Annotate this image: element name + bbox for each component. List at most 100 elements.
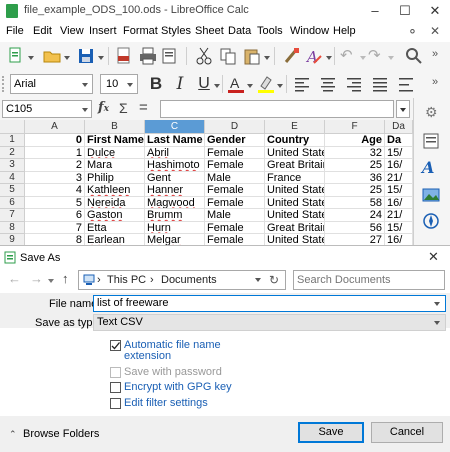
cell-d1[interactable]: Gender	[205, 134, 265, 147]
cell-c4[interactable]: Gent	[145, 171, 205, 184]
cell-d8[interactable]: Female	[205, 221, 265, 234]
font-size-combobox[interactable]: 10	[100, 74, 138, 94]
breadcrumb-documents[interactable]: Documents	[161, 274, 217, 286]
menu-help[interactable]: Help	[333, 25, 356, 37]
cell-c9[interactable]: Melgar	[145, 234, 205, 245]
row-header[interactable]: 1	[0, 134, 25, 147]
cell-e7[interactable]: United States	[265, 209, 325, 222]
find-replace-icon[interactable]	[404, 46, 424, 66]
cell-e8[interactable]: Great Britain	[265, 221, 325, 234]
export-pdf-icon[interactable]	[114, 46, 134, 66]
cell-e1[interactable]: Country	[265, 134, 325, 147]
cell-b7[interactable]: Gaston	[85, 209, 145, 222]
cell-da9[interactable]: 16/	[385, 234, 413, 245]
cell-a9[interactable]: 8	[25, 234, 85, 245]
menu-window[interactable]: Window	[290, 25, 329, 37]
encrypt-gpg-checkbox[interactable]	[110, 382, 121, 393]
cell-d2[interactable]: Female	[205, 146, 265, 159]
cell-e5[interactable]: United States	[265, 184, 325, 197]
copy-icon[interactable]	[218, 46, 238, 66]
row-header[interactable]: 8	[0, 221, 25, 234]
cell-c7[interactable]: Brumm	[145, 209, 205, 222]
cell-a4[interactable]: 3	[25, 171, 85, 184]
cell-b5[interactable]: Kathleen	[85, 184, 145, 197]
menu-data[interactable]: Data	[228, 25, 251, 37]
cell-c1[interactable]: Last Name	[145, 134, 205, 147]
cell-a8[interactable]: 7	[25, 221, 85, 234]
column-header-d[interactable]: D	[205, 120, 265, 134]
cell-f5[interactable]: 25	[325, 184, 385, 197]
row-header[interactable]: 5	[0, 184, 25, 197]
formula-icon[interactable]: =	[139, 99, 148, 116]
cell-c3[interactable]: Hashimoto	[145, 159, 205, 172]
redo-icon[interactable]: ↷	[368, 46, 388, 66]
address-bar[interactable]: › This PC › Documents ↻	[78, 270, 286, 290]
column-header-b[interactable]: B	[85, 120, 145, 134]
cell-da3[interactable]: 16/	[385, 159, 413, 172]
italic-icon[interactable]: I	[170, 74, 190, 94]
column-header-a[interactable]: A	[25, 120, 85, 134]
refresh-icon[interactable]: ↻	[269, 273, 279, 287]
toolbar-overflow-icon[interactable]: »	[432, 48, 438, 60]
menu-insert[interactable]: Insert	[89, 25, 117, 37]
row-header[interactable]: 2	[0, 146, 25, 159]
underline-icon[interactable]: U	[194, 74, 214, 94]
cell-b2[interactable]: Dulce	[85, 146, 145, 159]
paste-dropdown-icon[interactable]	[264, 56, 270, 60]
menu-file[interactable]: File	[6, 25, 24, 37]
menu-view[interactable]: View	[60, 25, 84, 37]
save-button[interactable]: Save	[298, 422, 364, 443]
align-left-icon[interactable]	[292, 74, 312, 94]
save-as-type-select[interactable]: Text CSV	[93, 314, 446, 331]
up-arrow-icon[interactable]: ↑	[62, 271, 69, 286]
cell-b6[interactable]: Nereida	[85, 196, 145, 209]
cell-c6[interactable]: Magwood	[145, 196, 205, 209]
cell-f7[interactable]: 24	[325, 209, 385, 222]
menu-sheet[interactable]: Sheet	[195, 25, 224, 37]
minimize-button[interactable]: –	[360, 0, 390, 22]
cell-a5[interactable]: 4	[25, 184, 85, 197]
clear-formatting-icon[interactable]: A	[304, 46, 324, 66]
clone-formatting-icon[interactable]	[282, 46, 302, 66]
browse-folders-button[interactable]: Browse Folders	[23, 428, 99, 440]
cell-da5[interactable]: 15/	[385, 184, 413, 197]
column-header-e[interactable]: E	[265, 120, 325, 134]
align-right-icon[interactable]	[344, 74, 364, 94]
cell-da6[interactable]: 16/	[385, 196, 413, 209]
undo-dropdown-icon[interactable]	[360, 56, 366, 60]
highlight-dropdown-icon[interactable]	[277, 84, 283, 88]
new-document-icon[interactable]	[6, 46, 26, 66]
cell-a7[interactable]: 6	[25, 209, 85, 222]
styles-icon[interactable]: A	[422, 158, 434, 177]
highlight-color-icon[interactable]	[256, 74, 276, 94]
search-input[interactable]	[297, 272, 441, 287]
expand-formula-bar-button[interactable]	[396, 100, 410, 118]
cut-icon[interactable]	[194, 46, 214, 66]
save-password-checkbox[interactable]	[110, 367, 121, 378]
cell-d4[interactable]: Male	[205, 171, 265, 184]
column-header-f[interactable]: F	[325, 120, 385, 134]
cell-f6[interactable]: 58	[325, 196, 385, 209]
font-color-dropdown-icon[interactable]	[247, 84, 253, 88]
cell-b4[interactable]: Philip	[85, 171, 145, 184]
undo-icon[interactable]: ↶	[340, 46, 360, 66]
page-icon[interactable]	[422, 132, 440, 150]
properties-gear-icon[interactable]: ⚙	[425, 104, 438, 121]
row-header[interactable]: 9	[0, 234, 25, 245]
cell-f3[interactable]: 25	[325, 159, 385, 172]
cell-b9[interactable]: Earlean	[85, 234, 145, 245]
spreadsheet-grid[interactable]: A B C D E F Da 1 0 First Name Last Name Gend…	[0, 120, 413, 245]
cell-c2[interactable]: Abril	[145, 146, 205, 159]
close-button[interactable]: ✕	[420, 0, 450, 22]
auto-extension-checkbox[interactable]	[110, 340, 121, 351]
cell-b3[interactable]: Mara	[85, 159, 145, 172]
row-header[interactable]: 7	[0, 209, 25, 222]
cell-a3[interactable]: 2	[25, 159, 85, 172]
recent-locations-icon[interactable]	[48, 279, 54, 283]
cell-e4[interactable]: France	[265, 171, 325, 184]
sum-icon[interactable]: Σ	[119, 100, 128, 116]
name-box[interactable]: C105	[2, 100, 92, 118]
row-header[interactable]: 3	[0, 159, 25, 172]
chevron-up-icon[interactable]: ⌃	[9, 429, 17, 440]
cell-e9[interactable]: United States	[265, 234, 325, 245]
